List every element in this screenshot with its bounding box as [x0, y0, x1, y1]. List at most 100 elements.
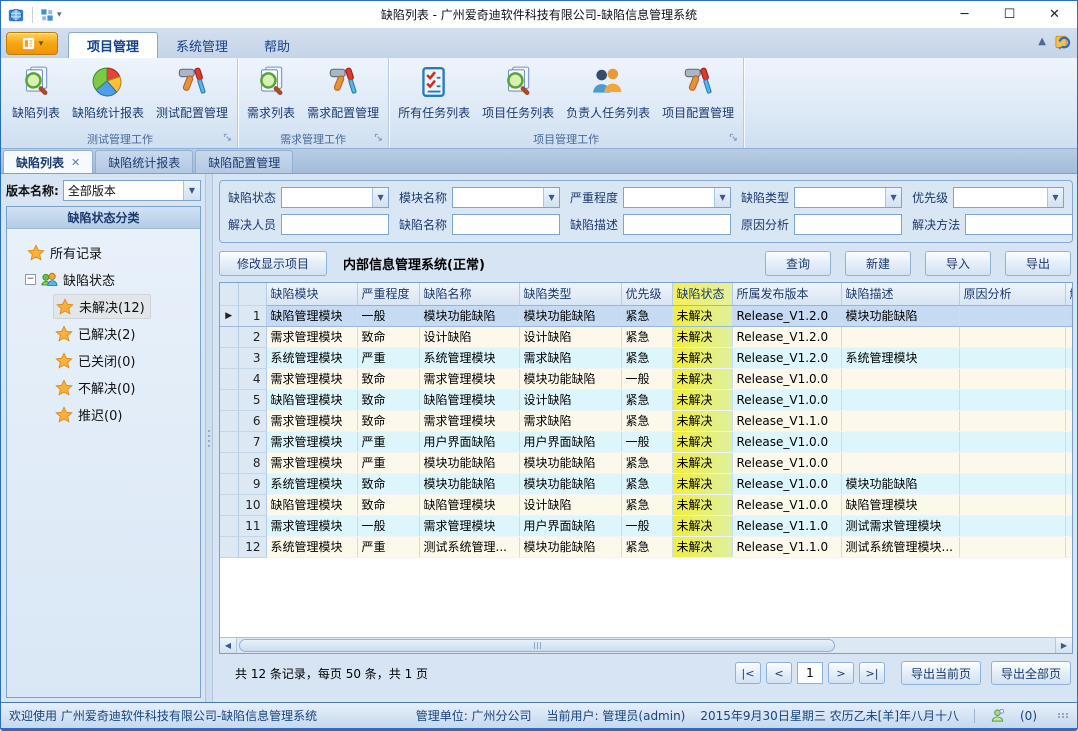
- column-header[interactable]: 原因分析: [959, 283, 1065, 305]
- version-combobox[interactable]: 全部版本 ▼: [63, 180, 201, 201]
- table-row[interactable]: ▶1缺陷管理模块一般模块功能缺陷模块功能缺陷紧急未解决Release_V1.2.…: [220, 305, 1073, 326]
- cause-analysis-filter-input[interactable]: [795, 215, 901, 234]
- quick-access-grid-icon[interactable]: [40, 8, 54, 22]
- defect-status-filter[interactable]: ▼: [281, 187, 389, 208]
- chevron-down-icon[interactable]: ▼: [372, 188, 388, 207]
- page-number-input[interactable]: [797, 662, 823, 684]
- column-header[interactable]: 缺陷类型: [519, 283, 621, 305]
- sidebar-splitter[interactable]: [205, 174, 213, 702]
- column-header[interactable]: 解决方法: [1065, 283, 1073, 305]
- row-selector-cell[interactable]: [220, 515, 238, 536]
- table-row[interactable]: 10缺陷管理模块致命缺陷管理模块设计缺陷紧急未解决Release_V1.0.0缺…: [220, 494, 1073, 515]
- defect-list-button[interactable]: 缺陷列表: [7, 63, 65, 123]
- severity-filter-input[interactable]: [624, 188, 714, 207]
- defect-name-filter-input[interactable]: [453, 215, 559, 234]
- chevron-down-icon[interactable]: ▼: [183, 181, 200, 200]
- resolver-filter[interactable]: [281, 214, 389, 235]
- next-page-button[interactable]: >: [828, 662, 854, 684]
- column-header[interactable]: 缺陷模块: [266, 283, 357, 305]
- column-header[interactable]: 缺陷名称: [419, 283, 519, 305]
- table-row[interactable]: 6需求管理模块致命需求管理模块需求缺陷紧急未解决Release_V1.1.0: [220, 410, 1073, 431]
- ribbon-tab-1[interactable]: 系统管理: [158, 32, 246, 58]
- all-tasks-button[interactable]: 所有任务列表: [393, 63, 475, 123]
- requirement-config-button[interactable]: 需求配置管理: [302, 63, 384, 123]
- collapse-ribbon-icon[interactable]: ▲: [1038, 36, 1046, 47]
- tree-item[interactable]: 推迟(0): [13, 401, 198, 428]
- column-header[interactable]: 缺陷状态: [672, 283, 732, 305]
- scrollbar-thumb[interactable]: [239, 639, 835, 652]
- modify-columns-button[interactable]: 修改显示项目: [219, 251, 327, 276]
- row-selector-cell[interactable]: [220, 347, 238, 368]
- module-name-filter-input[interactable]: [453, 188, 543, 207]
- test-config-button[interactable]: 测试配置管理: [151, 63, 233, 123]
- chevron-down-icon[interactable]: ▼: [1047, 188, 1063, 207]
- query-button[interactable]: 查询: [765, 251, 831, 276]
- prev-page-button[interactable]: <: [766, 662, 792, 684]
- requirement-list-button[interactable]: 需求列表: [242, 63, 300, 123]
- tree-item[interactable]: 所有记录: [13, 239, 198, 266]
- export-current-page-button[interactable]: 导出当前页: [901, 661, 981, 685]
- tree-item[interactable]: −缺陷状态: [13, 266, 198, 293]
- first-page-button[interactable]: |<: [735, 662, 761, 684]
- defect-desc-filter[interactable]: [623, 214, 731, 235]
- table-row[interactable]: 7需求管理模块严重用户界面缺陷用户界面缺陷一般未解决Release_V1.0.0: [220, 431, 1073, 452]
- horizontal-scrollbar[interactable]: ◀ ▶: [220, 637, 1072, 653]
- new-button[interactable]: 新建: [845, 251, 911, 276]
- export-button[interactable]: 导出: [1005, 251, 1071, 276]
- priority-filter-input[interactable]: [954, 188, 1047, 207]
- defect-name-filter[interactable]: [452, 214, 560, 235]
- quick-access-dropdown-icon[interactable]: ▾: [57, 10, 62, 20]
- ribbon-tab-0[interactable]: 项目管理: [68, 32, 158, 58]
- close-button[interactable]: ✕: [1032, 1, 1077, 28]
- scroll-left-icon[interactable]: ◀: [220, 638, 237, 653]
- expand-collapse-icon[interactable]: −: [25, 274, 36, 285]
- row-selector-cell[interactable]: [220, 431, 238, 452]
- app-menu-button[interactable]: ▾: [6, 32, 58, 55]
- solution-filter-input[interactable]: [966, 215, 1072, 234]
- row-selector-cell[interactable]: [220, 452, 238, 473]
- solution-filter[interactable]: [965, 214, 1073, 235]
- defect-report-button[interactable]: 缺陷统计报表: [67, 63, 149, 123]
- row-selector-cell[interactable]: [220, 326, 238, 347]
- chevron-down-icon[interactable]: ▼: [885, 188, 901, 207]
- table-row[interactable]: 2需求管理模块致命设计缺陷设计缺陷紧急未解决Release_V1.2.0: [220, 326, 1073, 347]
- ribbon-tab-2[interactable]: 帮助: [246, 32, 308, 58]
- severity-filter[interactable]: ▼: [623, 187, 731, 208]
- tree-item[interactable]: 已关闭(0): [13, 347, 198, 374]
- scroll-right-icon[interactable]: ▶: [1055, 638, 1072, 653]
- maximize-button[interactable]: ☐: [987, 1, 1032, 28]
- project-tasks-button[interactable]: 项目任务列表: [477, 63, 559, 123]
- row-selector-cell[interactable]: ▶: [220, 305, 238, 326]
- chevron-down-icon[interactable]: ▼: [714, 188, 730, 207]
- row-selector-cell[interactable]: [220, 368, 238, 389]
- resize-grip[interactable]: [1058, 713, 1069, 718]
- defect-type-filter-input[interactable]: [795, 188, 885, 207]
- doc-tab-0[interactable]: 缺陷列表✕: [3, 150, 93, 173]
- table-row[interactable]: 8需求管理模块严重模块功能缺陷模块功能缺陷紧急未解决Release_V1.0.0: [220, 452, 1073, 473]
- table-row[interactable]: 9系统管理模块致命模块功能缺陷模块功能缺陷紧急未解决Release_V1.0.0…: [220, 473, 1073, 494]
- doc-tab-1[interactable]: 缺陷统计报表: [95, 150, 193, 173]
- defect-desc-filter-input[interactable]: [624, 215, 730, 234]
- row-selector-cell[interactable]: [220, 494, 238, 515]
- cause-analysis-filter[interactable]: [794, 214, 902, 235]
- minimize-button[interactable]: ─: [942, 1, 987, 28]
- tree-item[interactable]: 已解决(2): [13, 320, 198, 347]
- table-row[interactable]: 4需求管理模块致命需求管理模块模块功能缺陷一般未解决Release_V1.0.0: [220, 368, 1073, 389]
- import-button[interactable]: 导入: [925, 251, 991, 276]
- resolver-filter-input[interactable]: [282, 215, 388, 234]
- row-selector-cell[interactable]: [220, 473, 238, 494]
- close-tab-icon[interactable]: ✕: [71, 156, 80, 169]
- refresh-help-icon[interactable]: [1054, 33, 1071, 50]
- column-header[interactable]: 严重程度: [357, 283, 419, 305]
- tree-item[interactable]: 不解决(0): [13, 374, 198, 401]
- column-header[interactable]: 所属发布版本: [732, 283, 841, 305]
- defect-status-filter-input[interactable]: [282, 188, 372, 207]
- table-row[interactable]: 11需求管理模块一般需求管理模块用户界面缺陷一般未解决Release_V1.1.…: [220, 515, 1073, 536]
- chevron-down-icon[interactable]: ▼: [543, 188, 559, 207]
- defect-type-filter[interactable]: ▼: [794, 187, 902, 208]
- row-selector-cell[interactable]: [220, 536, 238, 557]
- tree-item[interactable]: 未解决(12): [13, 293, 198, 320]
- last-page-button[interactable]: >|: [859, 662, 885, 684]
- column-header[interactable]: 缺陷描述: [841, 283, 959, 305]
- module-name-filter[interactable]: ▼: [452, 187, 560, 208]
